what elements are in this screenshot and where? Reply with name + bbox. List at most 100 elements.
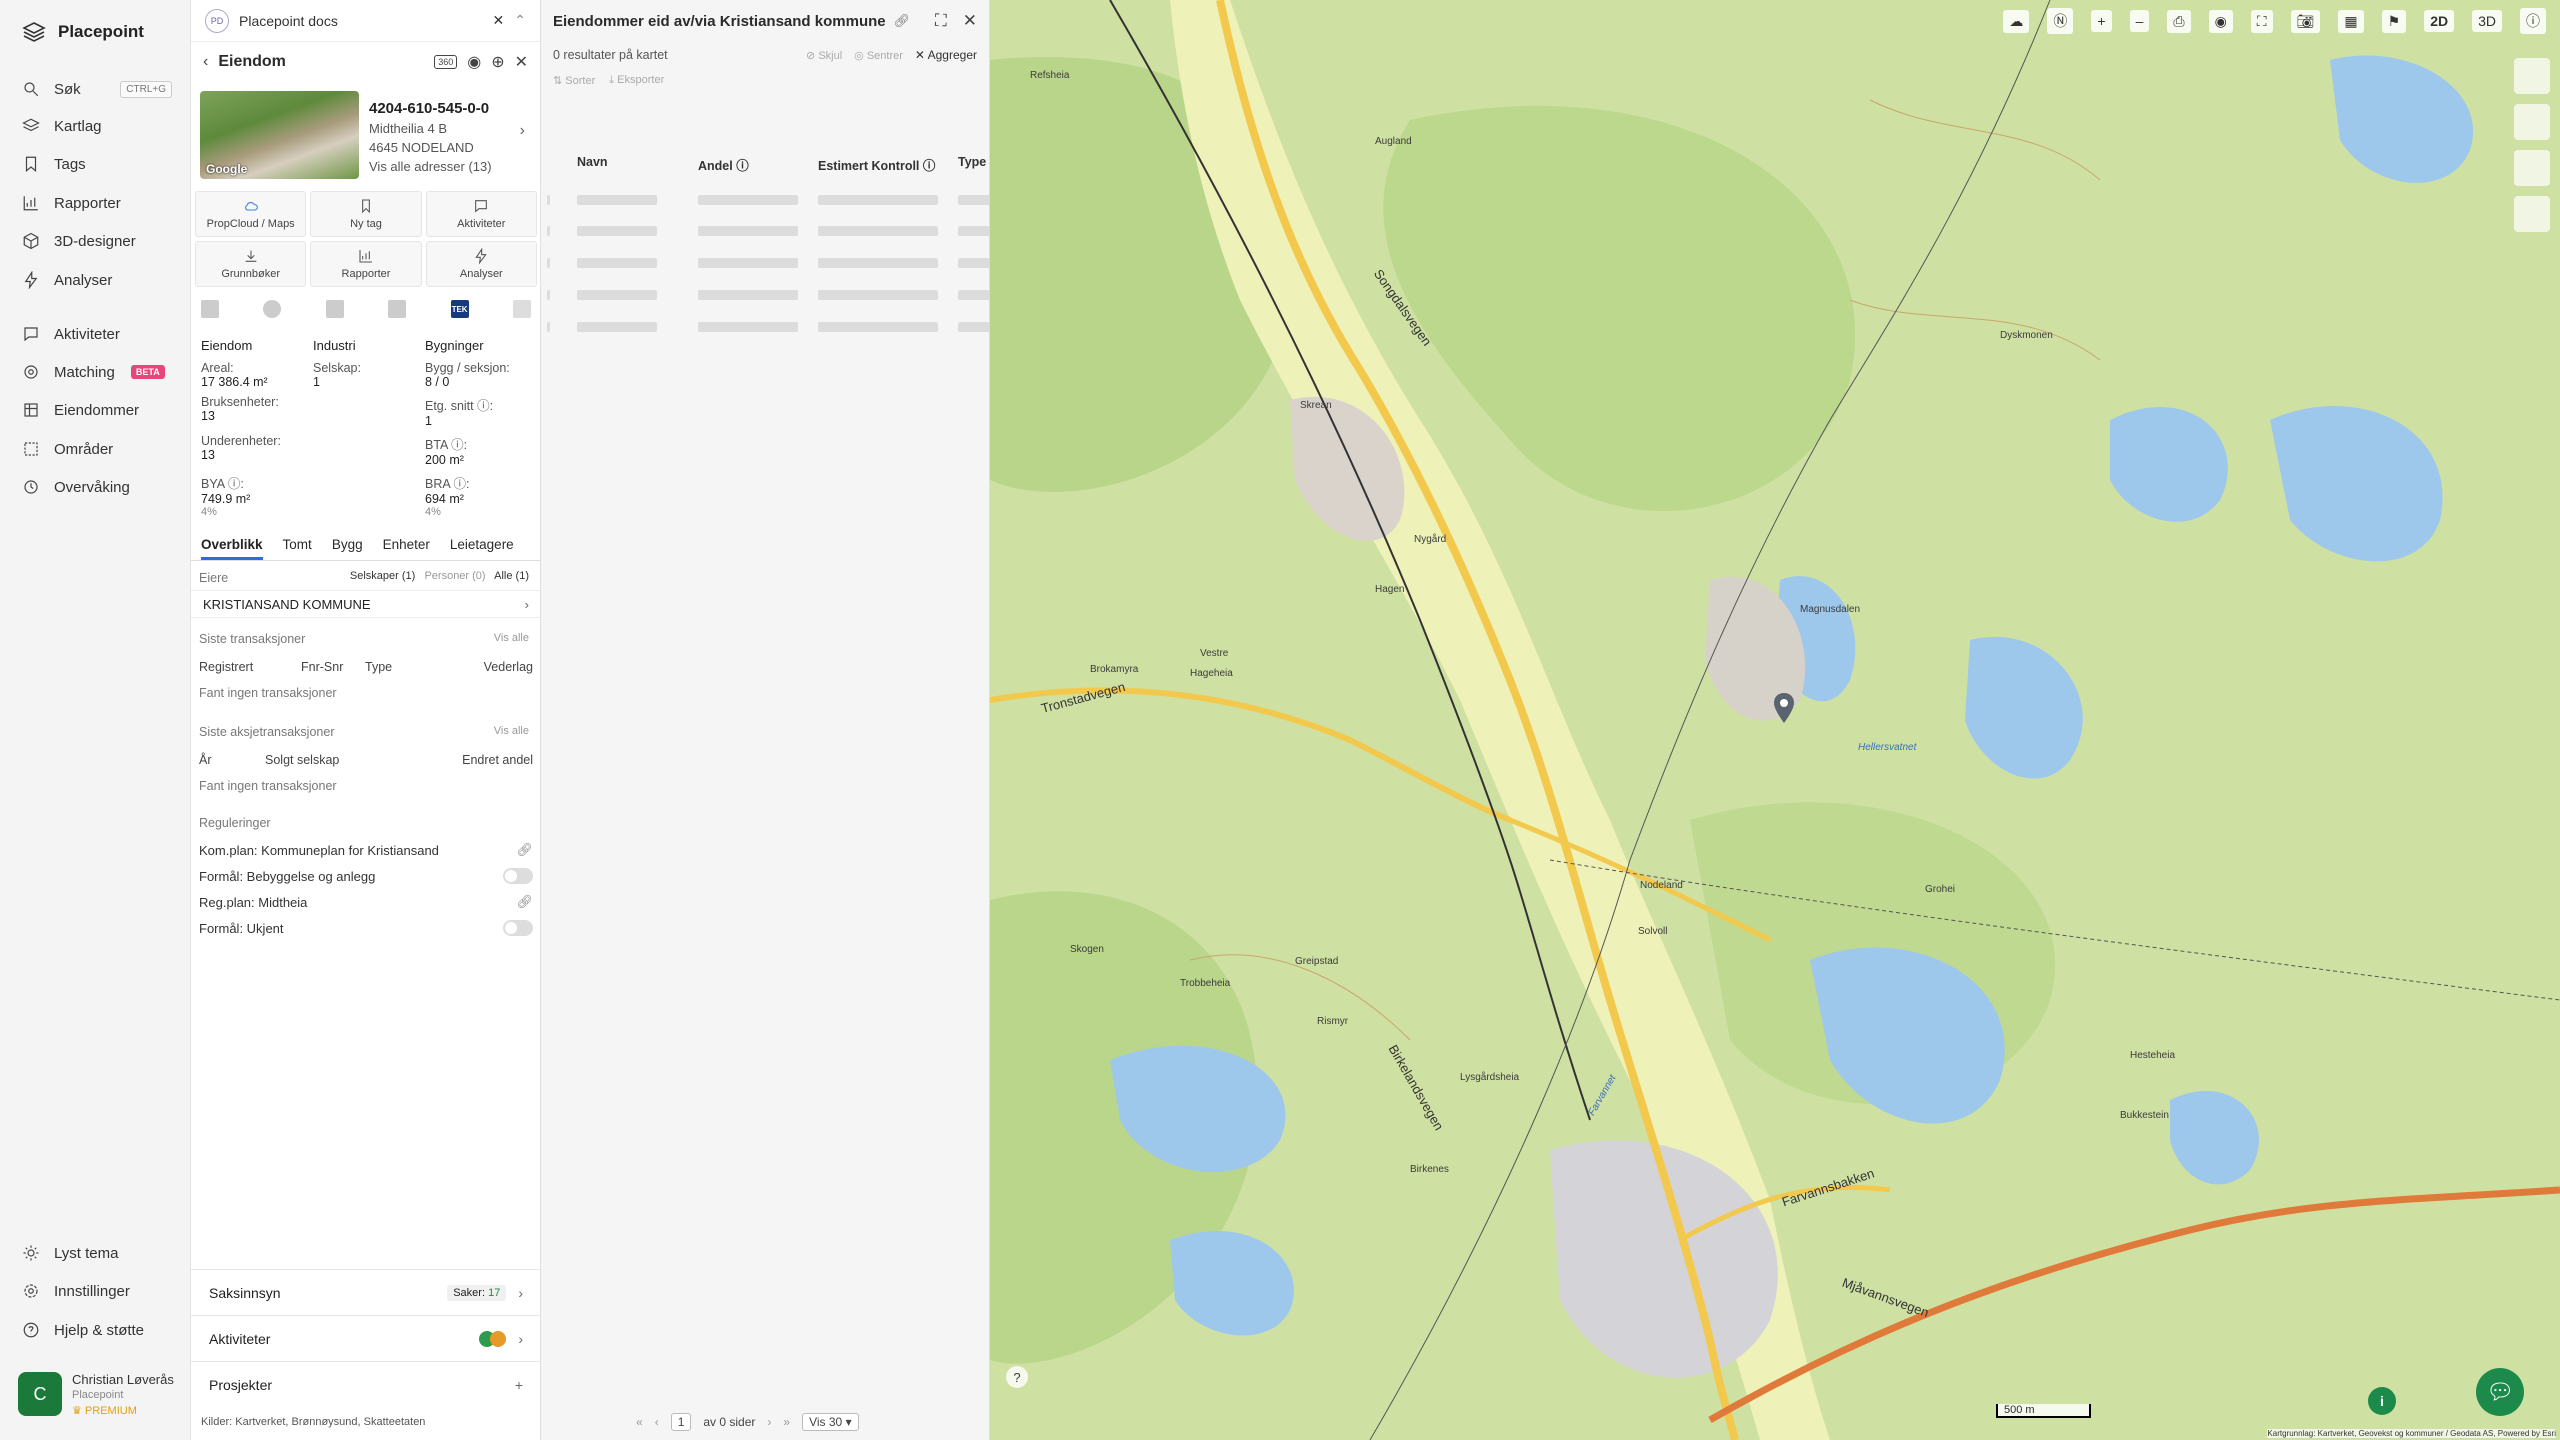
fullscreen-icon[interactable]: ⛶ <box>935 11 947 31</box>
regulation-toggle[interactable] <box>503 920 533 936</box>
view-all-link[interactable]: Vis alle <box>494 632 529 644</box>
sort-button[interactable]: ⇅ Sorter <box>553 74 595 87</box>
prev-page-icon[interactable]: ‹ <box>655 1415 659 1429</box>
source-link[interactable]: Skatteetaten <box>364 1416 426 1428</box>
close-icon[interactable]: ✕ <box>493 12 505 29</box>
print-icon[interactable]: ⎙ <box>2167 9 2191 33</box>
fullscreen-icon[interactable]: ⛶ <box>2250 9 2273 33</box>
map-pin-icon[interactable] <box>1773 693 1795 723</box>
draw-tool-icon[interactable] <box>2514 196 2550 232</box>
analyses-button[interactable]: Analyser <box>425 241 537 287</box>
user-profile[interactable]: C Christian Løverås Placepoint ♛ PREMIUM <box>18 1372 174 1417</box>
last-page-icon[interactable]: » <box>783 1415 790 1429</box>
column-header[interactable]: Estimert Kontroll ⓘ <box>818 155 935 174</box>
eye-icon[interactable]: ◉ <box>2208 9 2233 33</box>
hide-button[interactable]: ⊘ Skjul <box>806 49 842 62</box>
aggregate-button[interactable]: ✕ Aggreger <box>915 48 977 62</box>
source-link[interactable]: Kartverket, <box>235 1416 288 1428</box>
view-all-link[interactable]: Vis alle <box>494 725 529 737</box>
info-icon[interactable]: ⓘ <box>2520 8 2546 34</box>
nav-item-innstillinger[interactable]: Innstillinger <box>22 1277 172 1305</box>
close-icon[interactable]: ✕ <box>963 11 977 31</box>
tab-enheter[interactable]: Enheter <box>383 533 430 560</box>
center-button[interactable]: ◎ Sentrer <box>854 49 903 62</box>
column-header[interactable]: Navn <box>577 155 608 169</box>
filter-companies[interactable]: Selskaper (1) <box>350 570 415 582</box>
nav-item-omrader[interactable]: Områder <box>22 435 172 463</box>
land-registry-button[interactable]: Grunnbøker <box>195 241 307 287</box>
nav-item-rapporter[interactable]: Rapporter <box>22 189 172 217</box>
reports-button[interactable]: Rapporter <box>310 241 422 287</box>
factory-icon[interactable] <box>325 300 344 318</box>
zoom-out-icon[interactable]: – <box>2129 10 2150 32</box>
cloud-icon[interactable]: ☁ <box>2003 9 2030 33</box>
page-input[interactable]: 1 <box>670 1413 692 1431</box>
per-page-select[interactable]: Vis 30 ▾ <box>802 1413 859 1431</box>
nav-item-3d-designer[interactable]: 3D-designer <box>22 227 172 255</box>
map-canvas[interactable]: Refsheia Augland Songdalsvegen Skrean Ny… <box>990 0 2560 1440</box>
nav-item-analyser[interactable]: Analyser <box>22 266 172 294</box>
tek-icon[interactable]: TEK <box>450 300 469 318</box>
link-icon[interactable]: 🔗︎ <box>516 842 533 858</box>
city-icon[interactable] <box>388 300 407 318</box>
link-icon[interactable]: 🔗︎ <box>516 894 533 910</box>
filter-all[interactable]: Alle (1) <box>494 570 529 582</box>
nav-item-eiendommer[interactable]: Eiendommer <box>22 396 172 424</box>
help-icon[interactable]: ? <box>1006 1366 1028 1388</box>
nav-item-kartlag[interactable]: Kartlag <box>22 112 172 140</box>
nav-item-aktiviteter[interactable]: Aktiviteter <box>22 320 172 348</box>
expand-icon[interactable]: ⌃ <box>514 12 526 29</box>
back-icon[interactable]: ‹ <box>203 53 208 71</box>
nav-item-hjelp[interactable]: Hjelp & støtte <box>22 1316 172 1344</box>
street-view-image[interactable]: Google <box>200 91 359 179</box>
plus-icon[interactable]: + <box>515 1377 523 1393</box>
zoom-in-icon[interactable]: + <box>2091 10 2112 32</box>
tab-leietagere[interactable]: Leietagere <box>450 533 514 560</box>
owner-row[interactable]: KRISTIANSAND KOMMUNE › <box>191 590 540 618</box>
bookmark-icon[interactable]: ⚑ <box>2381 9 2407 33</box>
camera-icon[interactable]: 📷︎ <box>2290 9 2321 33</box>
panorama-icon[interactable]: 360 <box>434 55 458 69</box>
regulation-toggle[interactable] <box>503 868 533 884</box>
export-button[interactable]: ⤓ Eksporter <box>609 74 664 87</box>
chat-button[interactable]: 💬︎ <box>2476 1368 2524 1416</box>
source-link[interactable]: Brønnøysund, <box>292 1416 361 1428</box>
tab-overblikk[interactable]: Overblikk <box>201 533 263 560</box>
next-page-icon[interactable]: › <box>767 1415 771 1429</box>
aktiviteter-row[interactable]: Aktiviteter › <box>191 1315 540 1361</box>
compass-icon[interactable]: Ⓝ <box>2047 8 2074 34</box>
grid-icon[interactable]: ▦ <box>2338 9 2364 33</box>
eye-icon[interactable]: ◉ <box>467 52 481 72</box>
close-icon[interactable]: ✕ <box>515 52 528 72</box>
nav-item-matching[interactable]: Matching BETA <box>22 358 172 386</box>
tab-bygg[interactable]: Bygg <box>332 533 363 560</box>
saksinnsyn-row[interactable]: Saksinnsyn Saker: 17 › <box>191 1269 540 1315</box>
column-header[interactable]: Type <box>958 155 986 169</box>
house-icon[interactable] <box>512 300 531 318</box>
measure-tool-icon[interactable] <box>2514 104 2550 140</box>
view-2d-button[interactable]: 2D <box>2424 10 2455 32</box>
grid-icon[interactable] <box>201 300 219 318</box>
view-3d-button[interactable]: 3D <box>2472 10 2502 32</box>
globe-icon[interactable] <box>263 300 282 318</box>
first-page-icon[interactable]: « <box>636 1415 643 1429</box>
tab-tomt[interactable]: Tomt <box>283 533 312 560</box>
column-header[interactable]: Andel ⓘ <box>698 155 749 174</box>
nav-item-search[interactable]: Søk CTRL+G <box>22 75 172 103</box>
all-addresses-link[interactable]: Vis alle adresser (13) <box>369 159 529 174</box>
prosjekter-row[interactable]: Prosjekter + <box>191 1361 540 1407</box>
nav-item-lyst-tema[interactable]: Lyst tema <box>22 1239 172 1267</box>
nav-item-overvaking[interactable]: Overvåking <box>22 473 172 501</box>
address-block[interactable]: 4204-610-545-0-0 Midtheilia 4 B 4645 NOD… <box>369 96 529 174</box>
info-button[interactable]: i <box>2368 1387 2396 1415</box>
link-icon[interactable]: 🔗︎ <box>894 13 911 29</box>
nav-item-tags[interactable]: Tags <box>22 150 172 178</box>
chart-tool-icon[interactable] <box>2514 150 2550 186</box>
filter-persons[interactable]: Personer (0) <box>424 570 485 582</box>
new-tag-button[interactable]: Ny tag <box>310 191 422 237</box>
brand[interactable]: Placepoint <box>22 20 144 44</box>
propcloud-button[interactable]: PropCloud / Maps <box>195 191 307 237</box>
target-icon[interactable]: ⊕ <box>491 52 504 72</box>
activities-button[interactable]: Aktiviteter <box>425 191 537 237</box>
layers-tool-icon[interactable] <box>2514 58 2550 94</box>
